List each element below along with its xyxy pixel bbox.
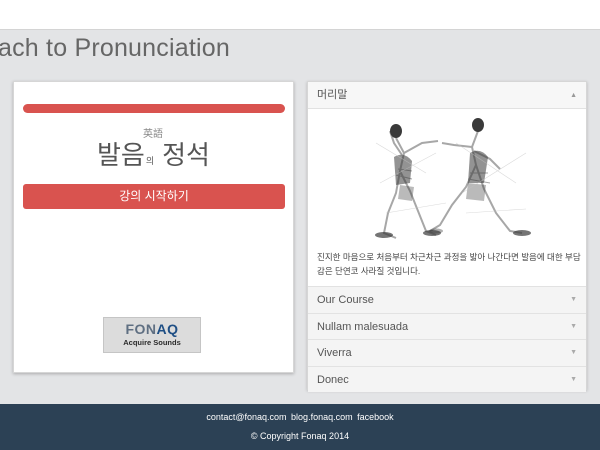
footer-link-blog[interactable]: blog.fonaq.com — [291, 412, 353, 422]
fonaq-logo-badge[interactable]: FONAQ Acquire Sounds — [103, 317, 201, 353]
logo-title-particle: 의 — [145, 157, 155, 167]
accordion-header-label: 머리말 — [317, 89, 348, 101]
logo-title-part1: 발음 — [97, 141, 145, 171]
logo-title-part2: 정석 — [162, 141, 210, 171]
info-accordion: 머리말 ▲ 진지한 마음으로 처음부터 차근차근 과정을 밟아 나간다면 발음에… — [307, 81, 587, 392]
chevron-down-icon: ▼ — [570, 322, 577, 330]
accordion-panel-preface: 진지한 마음으로 처음부터 차근차근 과정을 밟아 나간다면 발음에 대한 부담… — [308, 109, 586, 286]
course-card: 英語 발음의 정석 강의 시작하기 FONAQ Acquire Sounds — [13, 81, 294, 373]
fonaq-wordmark: FONAQ — [104, 321, 200, 337]
accordion-item-label: Our Course — [317, 294, 374, 306]
accordion-item-donec[interactable]: Donec ▼ — [308, 365, 586, 392]
chevron-up-icon: ▲ — [570, 92, 577, 99]
accordion-item-label: Nullam malesuada — [317, 320, 409, 333]
footer-copyright: © Copyright Fonaq 2014 — [250, 431, 350, 441]
fonaq-wordmark-highlight: AQ — [156, 321, 179, 337]
chevron-down-icon: ▼ — [570, 349, 577, 356]
preface-text: 진지한 마음으로 처음부터 차근차근 과정을 밟아 나간다면 발음에 대한 부담… — [317, 252, 581, 276]
logo-title: 발음의 정석 — [97, 135, 210, 172]
footer-link-facebook[interactable]: facebook — [357, 412, 394, 422]
accordion-item-viverra[interactable]: Viverra ▼ — [308, 339, 586, 366]
accordion-item-label: Donec — [317, 373, 349, 386]
fonaq-wordmark-prefix: FON — [125, 321, 157, 337]
chevron-down-icon: ▼ — [570, 296, 577, 303]
basketball-players-illustration — [375, 118, 531, 239]
page-title: ach to Pronunciation — [0, 34, 230, 62]
accordion-header-preface[interactable]: 머리말 ▲ — [308, 82, 586, 109]
accordion-item-our-course[interactable]: Our Course ▼ — [308, 286, 586, 313]
chevron-down-icon: ▼ — [570, 375, 577, 383]
accordion-item-nullam-malesuada[interactable]: Nullam malesuada ▼ — [308, 312, 586, 339]
progress-bar — [23, 104, 285, 113]
accordion-item-label: Viverra — [317, 347, 352, 359]
site-footer: contact@fonaq.com blog.fonaq.com faceboo… — [0, 404, 600, 450]
footer-link-email[interactable]: contact@fonaq.com — [206, 412, 286, 422]
start-course-button[interactable]: 강의 시작하기 — [23, 184, 285, 209]
footer-links: contact@fonaq.com blog.fonaq.com faceboo… — [0, 412, 600, 422]
top-nav-bar — [0, 0, 600, 30]
fonaq-tagline: Acquire Sounds — [123, 338, 181, 347]
course-logo: 英語 발음의 정석 — [14, 122, 293, 171]
